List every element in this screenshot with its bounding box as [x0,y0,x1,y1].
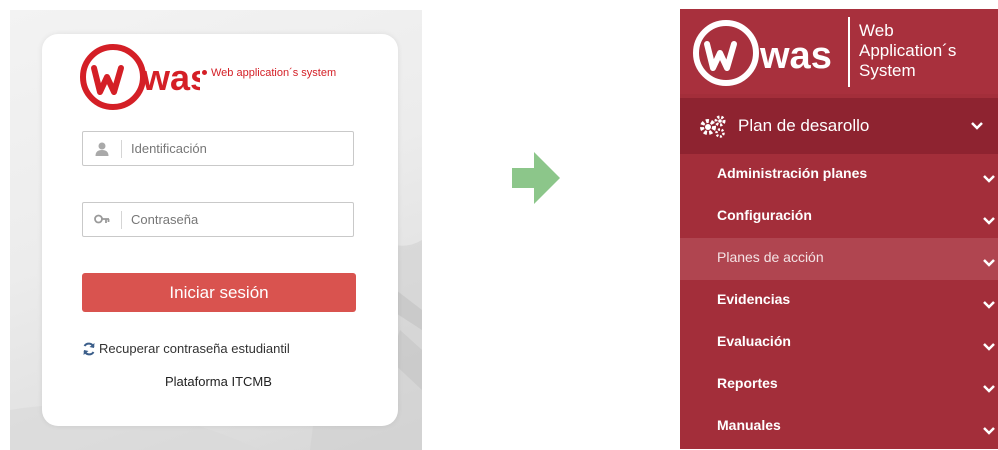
login-logo-text: was [141,57,200,98]
chevron-down-icon[interactable] [970,118,984,136]
chevron-down-icon [982,255,996,273]
chevron-down-icon [982,213,996,231]
gears-icon [698,114,728,143]
sidebar-menu: was Web Application´s System Plan de des… [680,9,998,449]
was-logo-icon: was [693,20,832,86]
brand-line: Web [859,21,894,40]
recover-password-label[interactable]: Recuperar contraseña estudiantil [99,341,290,356]
login-tagline: Web application´s system [202,67,336,79]
key-icon [83,203,121,236]
platform-label: Plataforma ITCMB [165,374,272,389]
username-field[interactable] [82,131,354,166]
menu-logo-text: was [759,35,832,77]
password-input[interactable] [131,203,345,236]
brand-line: System [859,61,916,80]
user-icon [83,132,121,165]
menu-item-label: Evidencias [717,291,791,307]
menu-item-manuales[interactable]: Manuales [680,406,998,448]
chevron-down-icon [982,381,996,399]
brand-name: Web Application´s System [859,21,956,81]
menu-item-planes-de-accion[interactable]: Planes de acción [680,238,998,280]
menu-item-configuracion[interactable]: Configuración [680,196,998,238]
brand-line: Application´s [859,41,957,60]
menu-item-evaluacion[interactable]: Evaluación [680,322,998,364]
menu-header: was Web Application´s System [680,9,998,94]
menu-item-administracion-planes[interactable]: Administración planes [680,154,998,196]
password-field[interactable] [82,202,354,237]
header-divider [848,17,850,87]
chevron-down-icon [982,297,996,315]
recover-password-link[interactable]: Recuperar contraseña estudiantil [82,341,290,356]
menu-item-reportes[interactable]: Reportes [680,364,998,406]
arrow-right-icon [512,152,562,204]
field-divider [121,140,122,158]
login-logo: was Web application´s system [80,40,370,115]
was-logo-icon: was [80,44,210,110]
menu-item-label: Manuales [717,417,781,433]
menu-item-label: Configuración [717,207,812,223]
menu-section-label: Plan de desarollo [738,116,870,135]
menu-item-label: Reportes [717,375,778,391]
menu-item-label: Evaluación [717,333,791,349]
menu-section-plan-desarrollo[interactable]: Plan de desarollo [680,98,998,154]
login-button[interactable]: Iniciar sesión [82,273,356,312]
chevron-down-icon [982,171,996,189]
chevron-down-icon [982,339,996,357]
chevron-down-icon [982,423,996,441]
username-input[interactable] [131,132,345,165]
field-divider [121,211,122,229]
menu-item-evidencias[interactable]: Evidencias [680,280,998,322]
bullet-dot-icon [202,69,207,75]
refresh-icon [83,342,95,355]
menu-item-label: Administración planes [717,165,868,181]
menu-item-label: Planes de acción [717,249,824,265]
login-tagline-text: Web application´s system [211,67,337,79]
